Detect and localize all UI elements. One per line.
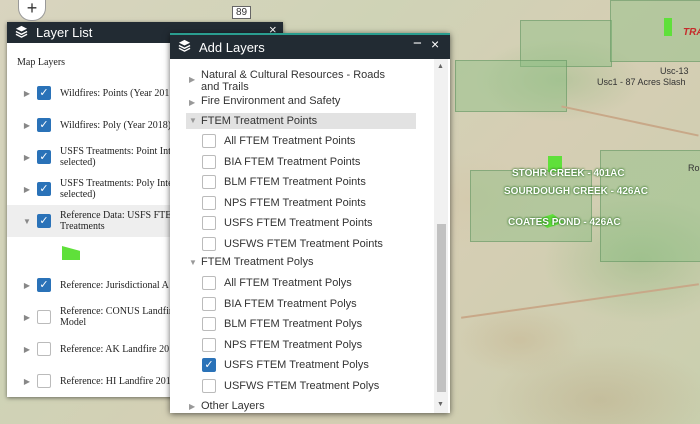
layer-checkbox[interactable]: ✓ [37,118,51,132]
add-layer-label: NPS FTEM Treatment Points [224,196,366,209]
add-layer-checkbox[interactable] [202,296,216,311]
add-layers-panel: Add Layers − × ▶ Natural & Cultural Reso… [170,33,450,413]
layer-checkbox[interactable]: ✓ [37,150,51,164]
layer-checkbox[interactable]: ✓ [37,278,51,292]
map-label-ro: Ro [688,163,700,173]
scrollbar[interactable]: ▲ ▼ [434,59,448,413]
add-layer-item[interactable]: NPS FTEM Treatment Points [202,195,366,210]
category-label: FTEM Treatment Polys [201,256,314,268]
add-layer-checkbox[interactable] [202,154,216,169]
category-label: FTEM Treatment Points [201,115,318,127]
map-label-stohr: STOHR CREEK - 401AC [512,168,625,179]
add-layer-item[interactable]: BIA FTEM Treatment Polys [202,296,357,311]
chevron-right-icon: ▶ [189,98,196,107]
add-layer-label: BLM FTEM Treatment Points [224,176,366,188]
chevron-right-icon[interactable]: ▶ [17,89,37,98]
add-layer-checkbox[interactable] [202,236,216,251]
chevron-right-icon: ▶ [189,75,196,84]
add-layer-label: USFWS FTEM Treatment Points [224,237,383,250]
map-polygon [470,170,592,242]
scroll-up-icon[interactable]: ▲ [437,63,444,70]
layer-checkbox[interactable]: ✓ [37,86,51,100]
highway-shield: 89 [232,6,252,19]
add-layer-label: All FTEM Treatment Points [224,135,356,147]
map-road [561,105,699,137]
add-layer-item[interactable]: USFWS FTEM Treatment Polys [202,378,380,393]
layer-checkbox[interactable] [37,374,51,388]
add-layer-checkbox[interactable] [202,216,216,230]
layer-checkbox[interactable]: ✓ [37,214,51,228]
add-layer-checkbox[interactable] [202,276,216,290]
map-polygon [600,150,700,262]
add-layer-label: BIA FTEM Treatment Polys [224,297,357,310]
add-layer-checkbox[interactable] [202,317,216,331]
add-layer-item[interactable]: BLM FTEM Treatment Polys [202,317,362,331]
chevron-right-icon[interactable]: ▶ [17,153,37,162]
close-icon[interactable]: × [431,36,439,52]
layers-icon [178,39,191,55]
layer-checkbox[interactable] [37,342,51,356]
add-layer-item[interactable]: ✓ USFS FTEM Treatment Polys [202,358,369,372]
add-layer-item[interactable]: BIA FTEM Treatment Points [202,154,361,169]
map-polygon [455,60,567,112]
layer-checkbox[interactable]: ✓ [37,182,51,196]
add-layer-label: BLM FTEM Treatment Polys [224,318,363,330]
scroll-down-icon[interactable]: ▼ [437,401,444,408]
map-road [461,283,699,319]
add-layer-item[interactable]: All FTEM Treatment Points [202,134,355,148]
category-label: Natural & Cultural Resources - Roads and… [201,69,386,93]
chevron-right-icon[interactable]: ▶ [17,185,37,194]
chevron-down-icon: ▼ [189,258,197,267]
chevron-right-icon[interactable]: ▶ [17,345,37,354]
map-label-tra: TRA [683,27,700,38]
add-layers-title: Add Layers [199,39,265,55]
add-layer-label: USFWS FTEM Treatment Polys [224,379,380,392]
map-label-coates: COATES POND - 426AC [508,217,621,228]
add-layer-item[interactable]: BLM FTEM Treatment Points [202,175,366,189]
chevron-down-icon[interactable]: ▼ [17,217,37,226]
add-layer-label: BIA FTEM Treatment Points [224,155,361,168]
add-layer-item[interactable]: NPS FTEM Treatment Polys [202,337,363,352]
add-layers-header[interactable]: Add Layers [170,33,450,59]
minimize-icon[interactable]: − [413,35,422,52]
map-label-usc1: Usc1 - 87 Acres Slash [597,77,686,87]
add-layers-tree: ▶ Natural & Cultural Resources - Roads a… [170,59,434,413]
add-layer-checkbox[interactable] [202,378,216,393]
category-label: Other Layers [201,400,265,412]
add-layer-checkbox[interactable]: ✓ [202,358,216,372]
chevron-right-icon[interactable]: ▶ [17,313,37,322]
layers-icon [15,25,28,41]
chevron-right-icon[interactable]: ▶ [17,377,37,386]
chevron-right-icon[interactable]: ▶ [17,121,37,130]
add-layer-label: USFS FTEM Treatment Polys [224,359,369,371]
add-layer-item[interactable]: USFS FTEM Treatment Points [202,216,373,230]
layer-checkbox[interactable] [37,310,51,324]
scrollbar-thumb[interactable] [437,224,446,392]
add-layer-label: All FTEM Treatment Polys [224,277,352,289]
chevron-right-icon[interactable]: ▶ [17,281,37,290]
chevron-right-icon: ▶ [189,402,196,411]
add-layer-checkbox[interactable] [202,134,216,148]
add-layer-checkbox[interactable] [202,195,216,210]
add-layer-checkbox[interactable] [202,337,216,352]
burn-area-shape[interactable] [664,18,672,36]
map-label-sourdough: SOURDOUGH CREEK - 426AC [504,186,648,197]
add-layer-item[interactable]: USFWS FTEM Treatment Points [202,236,383,251]
legend-swatch [62,246,80,260]
add-layer-label: NPS FTEM Treatment Polys [224,338,363,351]
chevron-down-icon: ▼ [189,116,197,125]
add-layer-checkbox[interactable] [202,175,216,189]
map-label-usc13: Usc-13 [660,66,689,76]
category-label: Fire Environment and Safety [201,95,341,107]
add-layer-item[interactable]: All FTEM Treatment Polys [202,276,352,290]
add-layer-label: USFS FTEM Treatment Points [224,217,373,229]
layer-list-title: Layer List [36,25,93,40]
